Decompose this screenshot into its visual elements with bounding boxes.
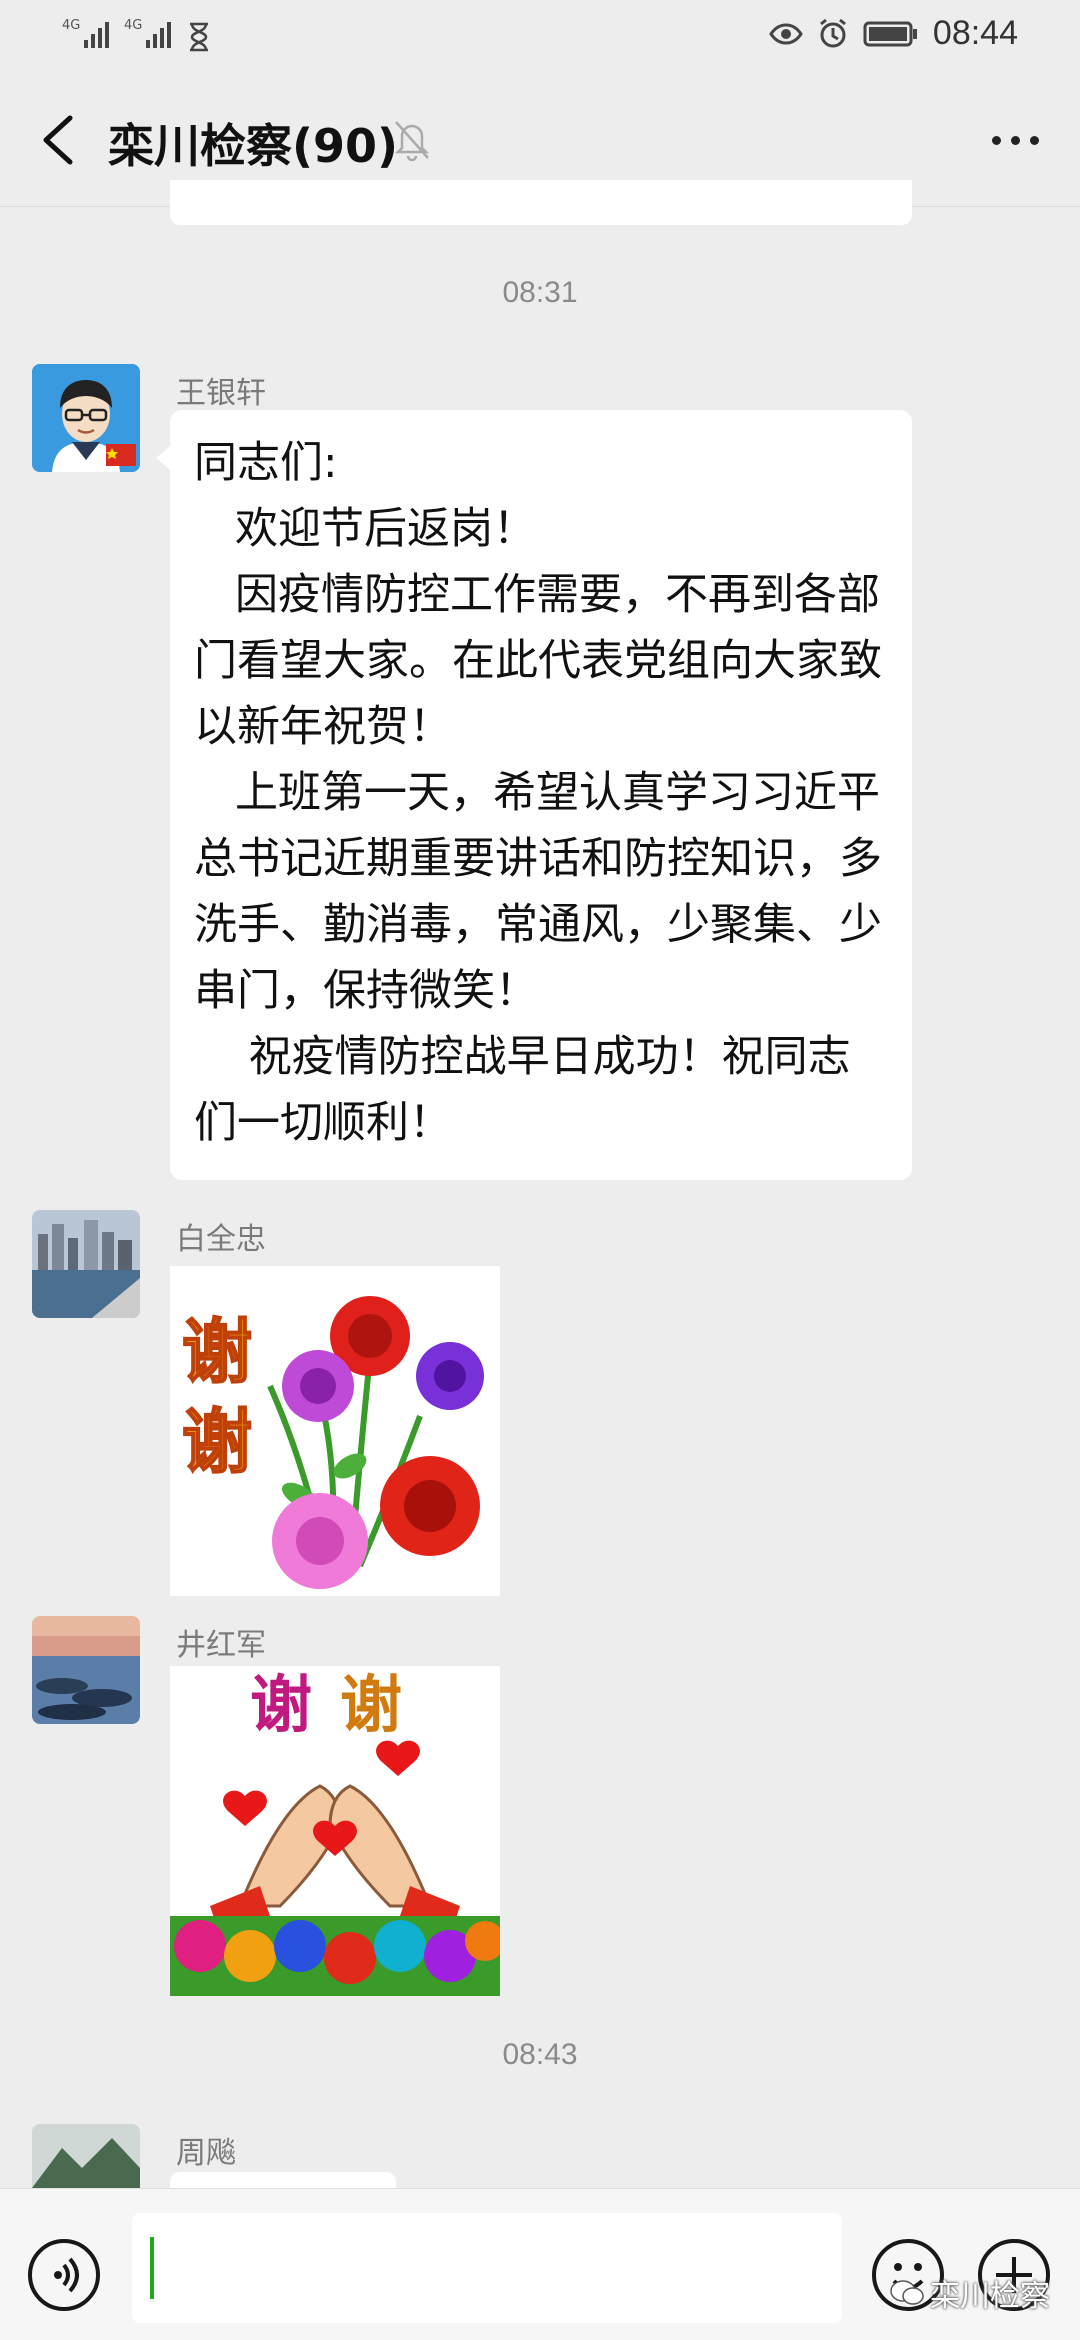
sticker-text: 谢 bbox=[182, 1311, 252, 1393]
text-caret bbox=[150, 2237, 154, 2299]
sticker-text: 谢 bbox=[250, 1668, 312, 1741]
chat-title: 栾川检察(90) bbox=[108, 119, 399, 173]
watermark: 栾川检察 bbox=[890, 2271, 1050, 2315]
avatar-cityscape-icon bbox=[32, 1210, 140, 1318]
sender-name: 井红军 bbox=[176, 1628, 266, 1663]
avatar-seascape-icon bbox=[32, 1616, 140, 1724]
thanks-rose-sticker[interactable]: 谢 谢 bbox=[170, 1266, 500, 1596]
hands-sticker-image: 谢 谢 bbox=[170, 1666, 505, 1996]
sender-name: 王银轩 bbox=[176, 376, 266, 411]
signal-bars-1-icon bbox=[84, 22, 109, 48]
hourglass-icon bbox=[190, 22, 208, 52]
status-bar: 4G 4G 08:44 bbox=[0, 0, 1080, 72]
sticker-text: 谢 bbox=[182, 1401, 252, 1483]
sender-name: 白全忠 bbox=[176, 1222, 266, 1257]
watermark-text: 栾川检察 bbox=[930, 2279, 1050, 2314]
status-right: 08:44 bbox=[769, 14, 1018, 53]
dot-icon bbox=[1029, 135, 1039, 145]
message-input[interactable] bbox=[132, 2213, 842, 2323]
message-bubble[interactable]: 同志们: 欢迎节后返岗！ 因疫情防控工作需要，不再到各部门看望大家。在此代表党组… bbox=[156, 410, 912, 1180]
timestamp: 08:31 bbox=[502, 276, 578, 309]
mute-bell-icon bbox=[394, 121, 430, 162]
dot-icon bbox=[991, 135, 1001, 145]
avatar[interactable] bbox=[32, 2124, 140, 2188]
avatar-cartoon-icon bbox=[32, 364, 140, 472]
status-time: 08:44 bbox=[932, 14, 1018, 52]
wechat-logo-icon bbox=[890, 2280, 924, 2305]
rose-sticker-image: 谢 谢 bbox=[170, 1266, 500, 1596]
voice-button[interactable] bbox=[28, 2239, 100, 2311]
previous-message-bubble[interactable] bbox=[170, 180, 912, 225]
back-arrow-icon[interactable] bbox=[30, 110, 90, 170]
voice-icon bbox=[54, 2257, 79, 2293]
avatar[interactable] bbox=[32, 1210, 140, 1318]
thanks-hands-sticker[interactable]: 谢 谢 bbox=[170, 1666, 505, 1996]
avatar-landscape-icon bbox=[32, 2124, 140, 2188]
sticker-text: 谢 bbox=[340, 1668, 402, 1741]
signal-bars-2-icon bbox=[146, 22, 171, 48]
alarm-icon bbox=[819, 18, 846, 47]
signal-label-1: 4G bbox=[62, 18, 81, 33]
message-text: 同志们: 欢迎节后返岗！ 因疫情防控工作需要，不再到各部门看望大家。在此代表党组… bbox=[194, 438, 882, 1148]
battery-icon bbox=[863, 21, 917, 46]
dot-icon bbox=[1010, 135, 1020, 145]
avatar[interactable] bbox=[32, 1616, 140, 1724]
signal-label-2: 4G bbox=[124, 18, 143, 33]
input-bar: 栾川检察 bbox=[0, 2188, 1080, 2340]
avatar[interactable] bbox=[32, 364, 140, 472]
eye-icon bbox=[769, 23, 803, 44]
more-options-button[interactable] bbox=[980, 120, 1050, 160]
timestamp: 08:43 bbox=[502, 2038, 578, 2071]
sender-name: 周飚 bbox=[176, 2136, 236, 2171]
